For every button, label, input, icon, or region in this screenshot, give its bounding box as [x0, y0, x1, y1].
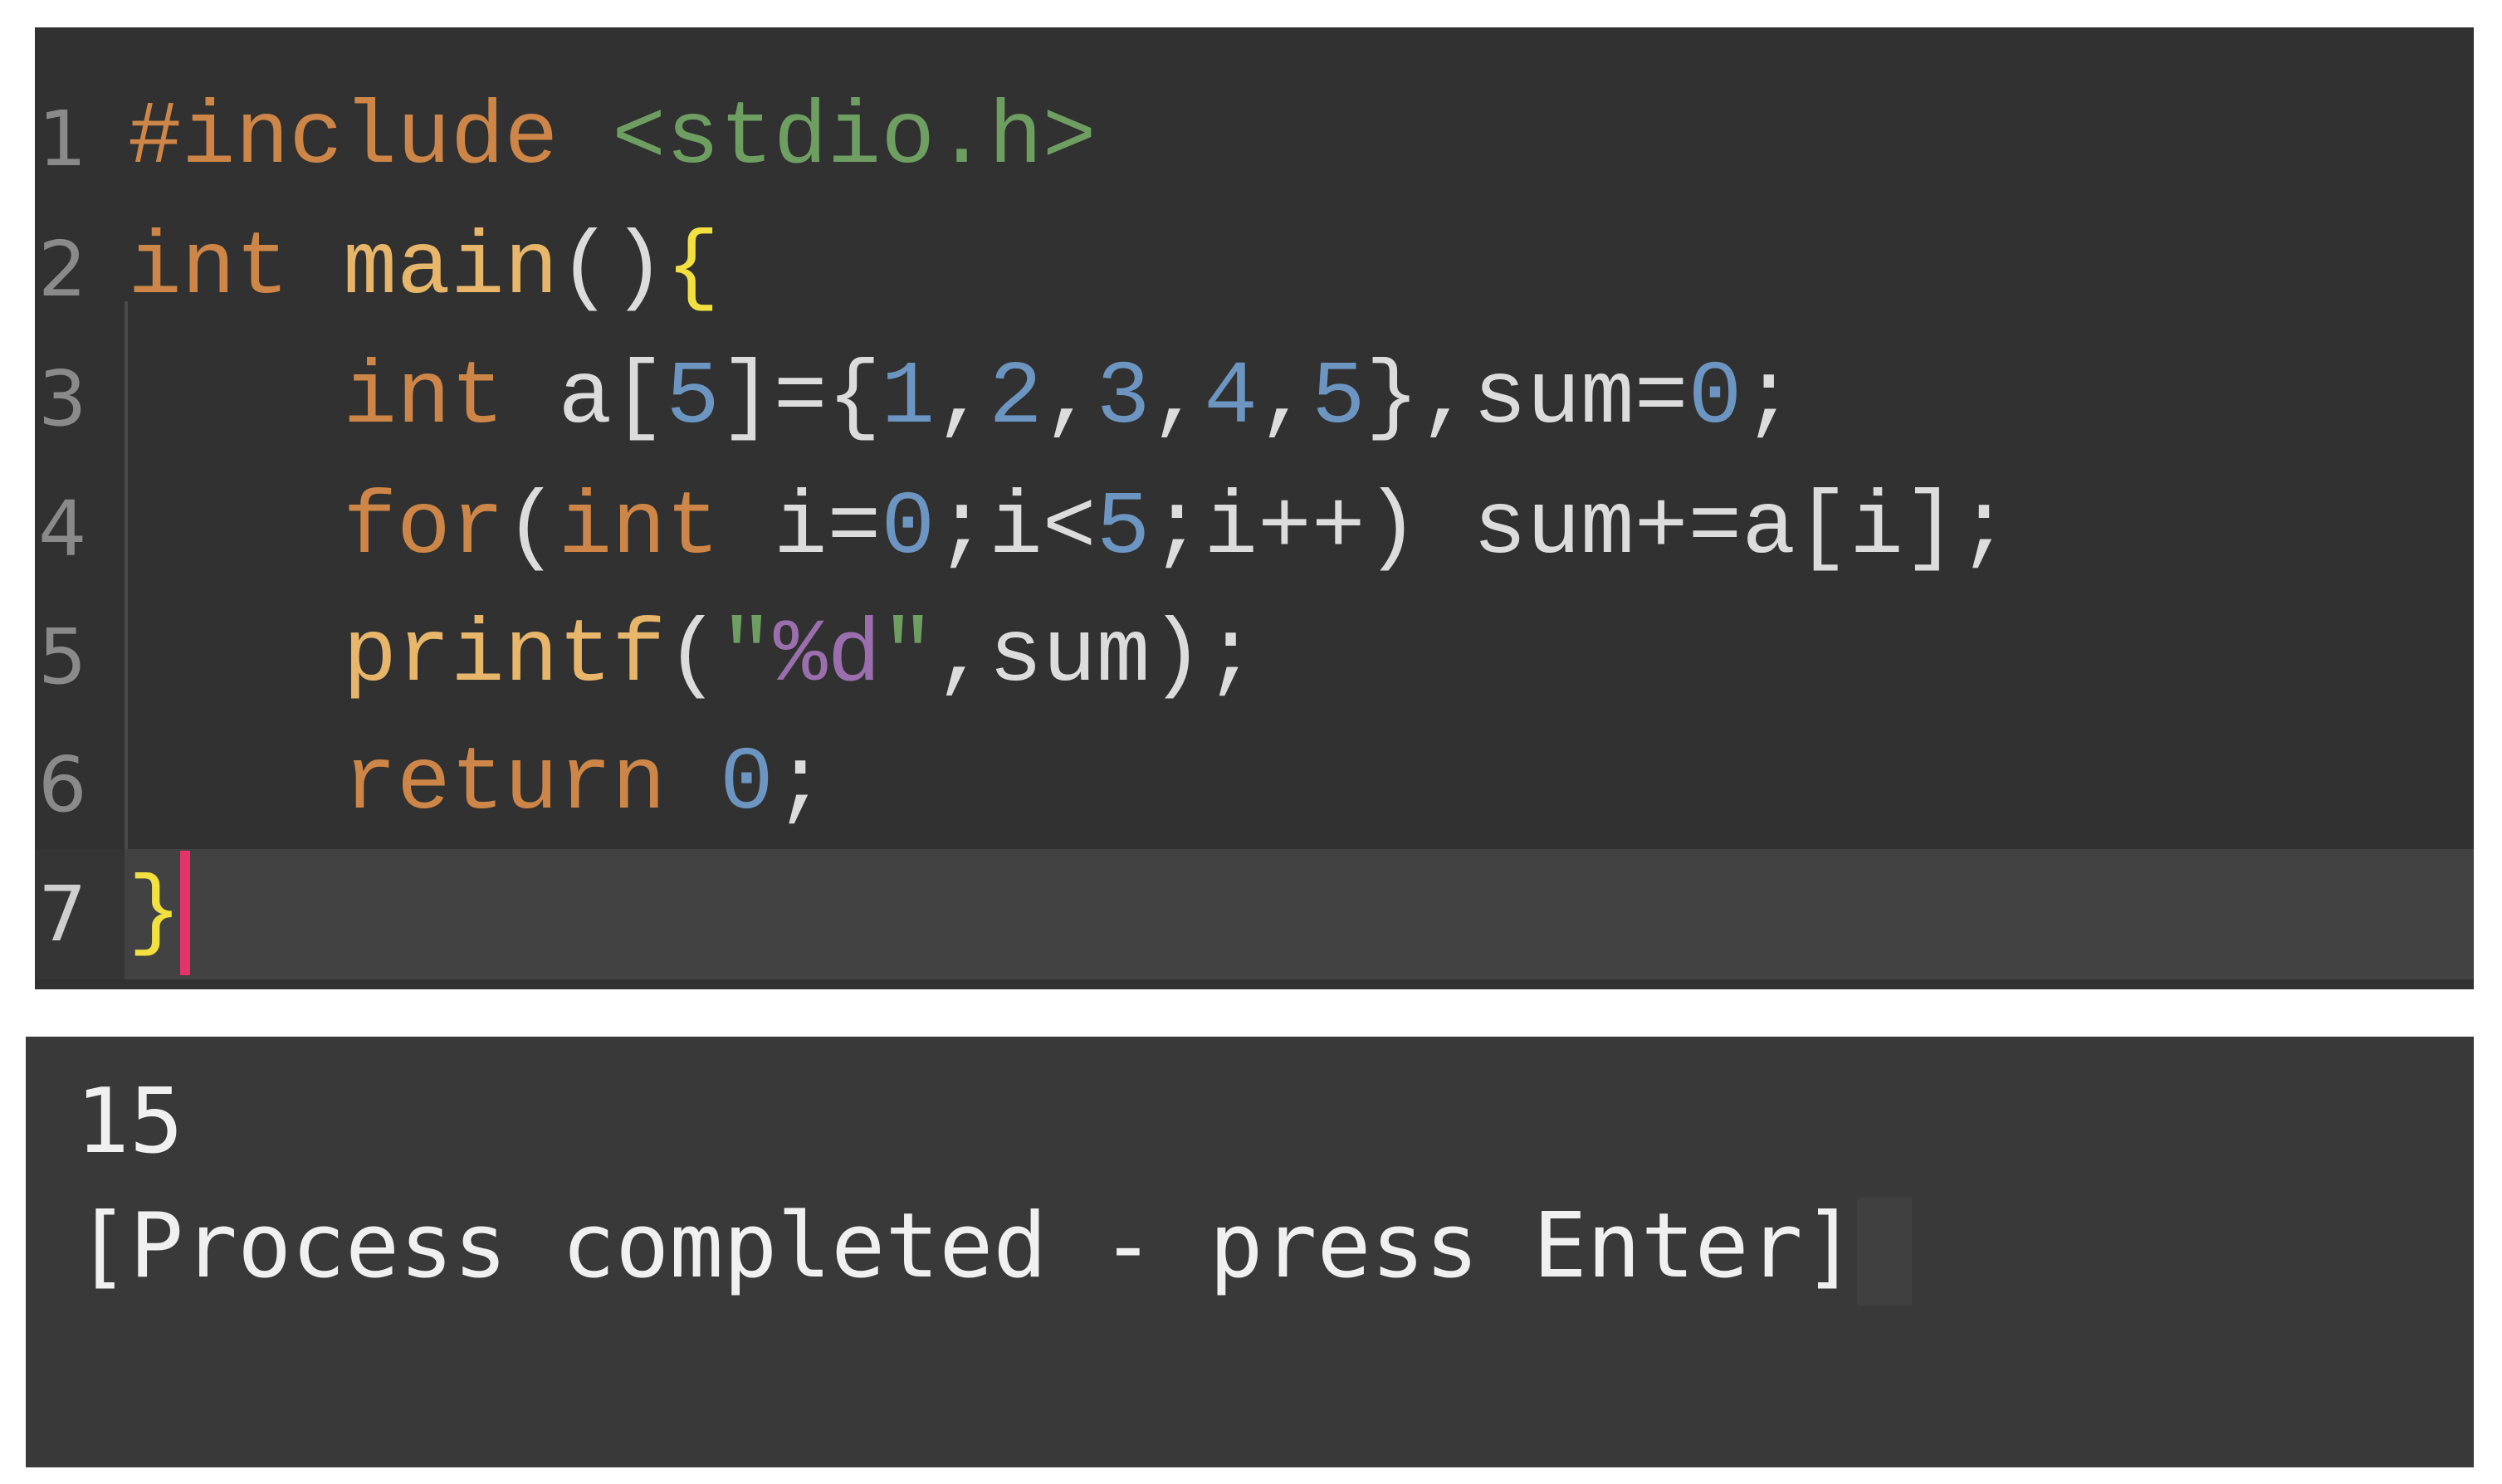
token-brace: }	[128, 863, 182, 964]
code-text: for(int i=0;i<5;i++) sum+=a[i];	[128, 464, 2011, 594]
line-number: 4	[38, 485, 87, 574]
line-number: 3	[38, 354, 87, 443]
token-kw: for	[343, 478, 505, 579]
token-num: 5	[666, 348, 720, 449]
token-kw: int	[128, 218, 290, 320]
code-line[interactable]: 2 int main(){	[35, 204, 2474, 334]
line-number: 6	[38, 740, 87, 829]
code-line[interactable]: 4 for(int i=0;i<5;i++) sum+=a[i];	[35, 464, 2474, 594]
code-line[interactable]: 7}	[35, 849, 2474, 979]
token-fn: printf	[343, 606, 667, 707]
token-plain: ;i++) sum+=a[i];	[1150, 478, 2011, 579]
token-plain: ]={	[719, 348, 882, 449]
token-plain: (	[504, 478, 559, 579]
token-num: 0	[719, 734, 774, 835]
token-plain: ()	[558, 218, 667, 320]
code-text: return 0;	[128, 720, 828, 850]
token-num: 3	[1096, 348, 1151, 449]
code-line[interactable]: 6 return 0;	[35, 720, 2474, 850]
token-plain: ;i<	[935, 478, 1097, 579]
token-plain: ;	[773, 734, 828, 835]
token-str: "	[881, 606, 936, 707]
token-plain: a[	[504, 348, 667, 449]
token-plain: ,	[935, 348, 989, 449]
token-plain: ,	[1042, 348, 1097, 449]
code-text: int main(){	[128, 204, 720, 334]
code-text: #include <stdio.h>	[128, 74, 1097, 204]
line-number: 2	[38, 225, 87, 314]
token-num: 2	[989, 348, 1043, 449]
program-output: 15	[76, 1070, 184, 1174]
token-plain: ,sum);	[935, 606, 1258, 707]
terminal-cursor	[1856, 1198, 1912, 1306]
token-plain: },sum=	[1365, 348, 1688, 449]
process-status-line: [Process completed - press Enter]	[76, 1194, 1912, 1306]
text-cursor	[179, 851, 190, 976]
code-text: }	[128, 849, 190, 979]
token-kw: return	[343, 734, 667, 835]
code-line[interactable]: 1 #include <stdio.h>	[35, 74, 2474, 204]
code-text: int a[5]={1,2,3,4,5},sum=0;	[128, 334, 1796, 464]
token-plain: ,	[1258, 348, 1312, 449]
token-str: "	[719, 606, 774, 707]
token-plain: ,	[1150, 348, 1205, 449]
line-number: 7	[38, 870, 87, 959]
token-plain: (	[666, 606, 720, 707]
token-str: <stdio.h>	[612, 88, 1097, 189]
code-line[interactable]: 3 int a[5]={1,2,3,4,5},sum=0;	[35, 334, 2474, 464]
code-text: printf("%d",sum);	[128, 592, 1258, 722]
token-kw: int	[343, 348, 505, 449]
line-number: 5	[38, 613, 87, 701]
token-num: 0	[881, 478, 936, 579]
token-num: 0	[1688, 348, 1742, 449]
token-num: 5	[1096, 478, 1151, 579]
token-brace: {	[666, 218, 720, 320]
token-kw: int	[558, 478, 720, 579]
token-fn: main	[343, 218, 559, 320]
token-plain: ;	[1742, 348, 1796, 449]
token-num: 1	[881, 348, 936, 449]
process-status: [Process completed - press Enter]	[76, 1194, 1857, 1298]
token-kw: #include	[128, 88, 559, 189]
token-fmt: %d	[773, 606, 882, 707]
token-num: 4	[1204, 348, 1258, 449]
line-number: 1	[38, 95, 87, 183]
token-plain: i=	[719, 478, 882, 579]
code-line[interactable]: 5 printf("%d",sum);	[35, 592, 2474, 722]
code-editor[interactable]: 1 #include <stdio.h> 2 int main(){3 int a[5…	[35, 27, 2474, 989]
token-num: 5	[1311, 348, 1366, 449]
terminal-output[interactable]: 15 [Process completed - press Enter]	[26, 1037, 2474, 1467]
